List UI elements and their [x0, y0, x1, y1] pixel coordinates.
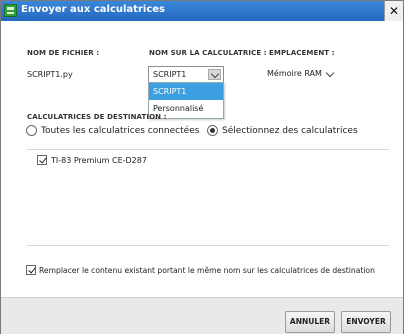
button-bar: ANNULER ENVOYER: [1, 297, 403, 334]
radio-select-calculators[interactable]: [207, 125, 218, 136]
chevron-down-icon[interactable]: [208, 69, 221, 80]
cancel-button[interactable]: ANNULER: [285, 311, 335, 333]
send-button[interactable]: ENVOYER: [341, 311, 391, 333]
calc-name-option[interactable]: SCRIPT1: [149, 83, 223, 100]
radio-select-label: Sélectionnez des calculatrices: [222, 126, 358, 136]
close-icon[interactable]: ✕: [384, 1, 403, 21]
calculator-name: TI-83 Premium CE-D287: [51, 156, 147, 165]
radio-all-calculators[interactable]: [26, 125, 37, 136]
filename-value: SCRIPT1.py: [27, 70, 73, 79]
replace-label: Remplacer le contenu existant portant le…: [39, 266, 375, 275]
calc-name-selected: SCRIPT1: [153, 70, 187, 79]
replace-checkbox[interactable]: [26, 265, 36, 275]
window-title: Envoyer aux calculatrices: [21, 4, 165, 15]
send-to-calculators-dialog: Envoyer aux calculatrices ✕ NOM DE FICHI…: [0, 0, 404, 334]
divider: [27, 245, 389, 246]
title-bar: Envoyer aux calculatrices ✕: [1, 1, 403, 21]
calc-name-dropdown[interactable]: SCRIPT1: [148, 66, 224, 83]
chevron-down-icon[interactable]: [325, 68, 335, 78]
location-dropdown[interactable]: Mémoire RAM: [263, 66, 338, 83]
location-selected: Mémoire RAM: [267, 69, 322, 78]
destinations-header: CALCULATRICES DE DESTINATION :: [27, 113, 167, 121]
filename-header: NOM DE FICHIER :: [27, 49, 100, 57]
divider: [27, 149, 389, 150]
calculator-app-icon: [4, 4, 17, 17]
calc-name-header: NOM SUR LA CALCULATRICE :: [149, 49, 267, 57]
location-header: EMPLACEMENT :: [269, 49, 335, 57]
radio-all-label: Toutes les calculatrices connectées: [41, 126, 200, 136]
calculator-checkbox[interactable]: [37, 155, 47, 165]
